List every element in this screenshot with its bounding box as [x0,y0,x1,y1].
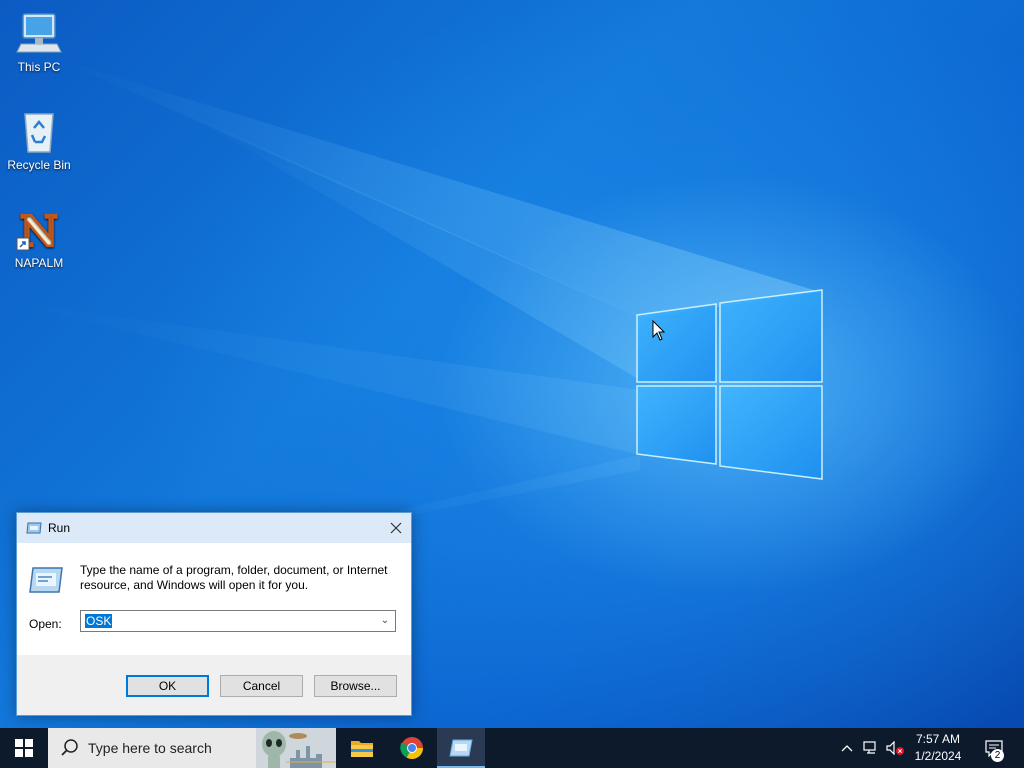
dialog-footer: OK Cancel Browse... [17,655,411,715]
chrome-icon [400,737,423,759]
search-highlight-illustration [256,728,336,768]
clock[interactable]: 7:57 AM 1/2/2024 [906,731,970,765]
taskbar-run[interactable] [437,728,485,768]
open-combobox[interactable]: OSK ⌄ [80,610,396,632]
run-program-icon [29,567,63,593]
windows-start-icon [15,739,33,757]
browse-button[interactable]: Browse... [314,675,397,697]
run-dialog: Run Type the name of a program, folder, … [16,512,412,716]
dialog-description: Type the name of a program, folder, docu… [80,563,388,592]
show-hidden-icons-button[interactable] [836,728,858,768]
computer-icon [15,10,63,58]
notification-count-badge: 2 [991,749,1004,762]
chevron-up-icon [841,745,853,752]
dialog-body: Type the name of a program, folder, docu… [17,543,411,655]
clock-date: 1/2/2024 [914,749,962,763]
desktop-icon-label: Recycle Bin [7,158,71,172]
napalm-app-icon: N [15,206,63,257]
volume-button[interactable] [884,728,906,768]
desktop-icon-napalm[interactable]: N NAPALM [0,206,78,270]
open-input-value[interactable]: OSK [85,614,113,628]
volume-muted-icon [886,741,904,755]
action-center-button[interactable] [980,728,1008,768]
search-placeholder: Type here to search [88,740,212,756]
taskbar-search-box[interactable]: Type here to search [48,728,336,768]
start-button[interactable] [0,728,48,768]
ok-button[interactable]: OK [126,675,209,697]
taskbar-file-explorer[interactable] [338,728,386,768]
cancel-button[interactable]: Cancel [220,675,303,697]
dialog-title: Run [48,521,71,535]
desktop-icon-label: NAPALM [14,256,64,270]
run-icon [449,739,473,757]
search-icon [61,739,78,756]
taskbar: Type here to search 7:57 AM 1/2/2024 [0,728,1024,768]
mouse-cursor-icon [652,320,666,341]
run-icon [26,522,42,534]
dialog-titlebar[interactable]: Run [17,513,411,543]
recycle-bin-icon [15,108,63,156]
chevron-down-icon[interactable]: ⌄ [378,613,392,629]
close-button[interactable] [381,513,411,543]
network-icon [863,741,876,754]
open-label: Open: [29,617,62,631]
close-icon [390,522,402,534]
desktop-icon-label: This PC [17,60,61,74]
desktop-icon-recycle-bin[interactable]: Recycle Bin [0,108,78,172]
network-button[interactable] [860,728,882,768]
clock-time: 7:57 AM [915,732,961,746]
file-explorer-icon [351,741,373,757]
taskbar-chrome[interactable] [388,728,436,768]
desktop-icon-this-pc[interactable]: This PC [0,10,78,74]
